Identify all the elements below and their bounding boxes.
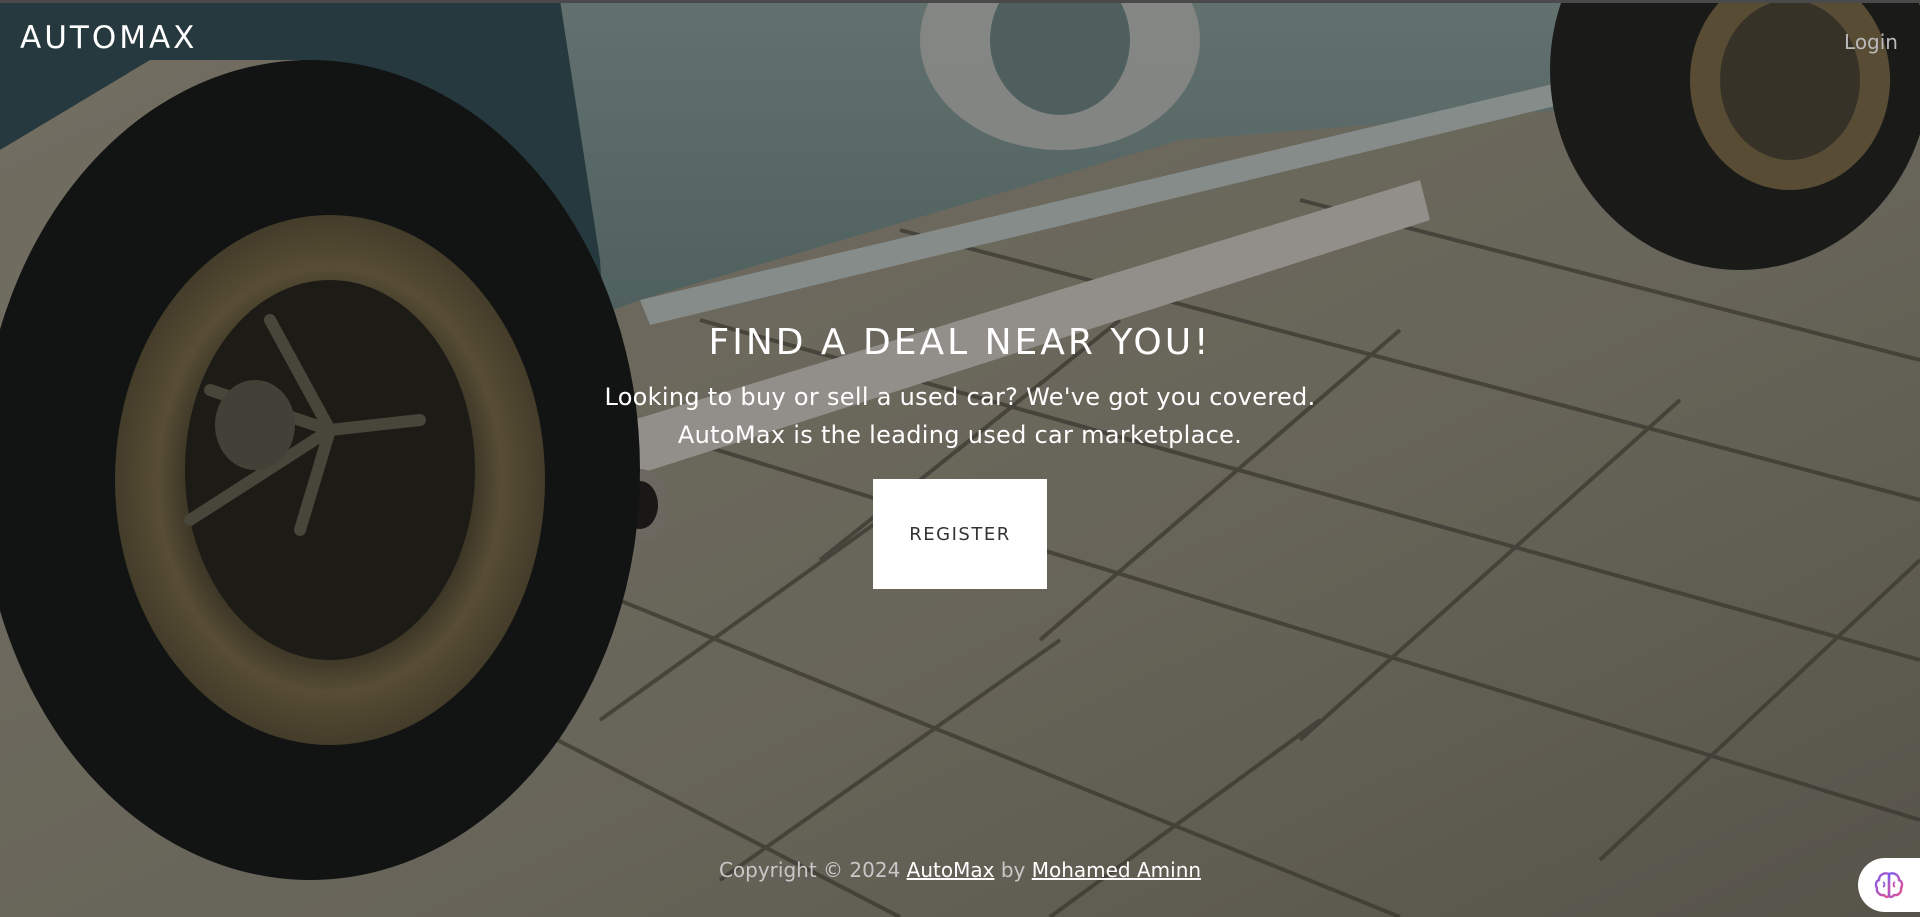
hero-tagline: Looking to buy or sell a used car? We've… [0, 378, 1920, 454]
hero-content: FIND A DEAL NEAR YOU! Looking to buy or … [0, 318, 1920, 589]
register-button[interactable]: REGISTER [873, 479, 1047, 589]
author-link[interactable]: Mohamed Aminn [1032, 858, 1201, 882]
site-link[interactable]: AutoMax [907, 858, 995, 882]
brain-icon [1874, 872, 1904, 899]
footer: Copyright © 2024 AutoMax by Mohamed Amin… [0, 858, 1920, 882]
tagline-line-2: AutoMax is the leading used car marketpl… [677, 421, 1243, 449]
hero-section: AUTOMAX Login FIND A DEAL NEAR YOU! Look… [0, 0, 1920, 917]
login-link[interactable]: Login [1844, 30, 1898, 54]
by-text: by [1000, 858, 1026, 882]
assistant-launcher[interactable] [1858, 858, 1920, 912]
hero-headline: FIND A DEAL NEAR YOU! [708, 322, 1212, 363]
copyright-text: Copyright © 2024 [718, 858, 901, 882]
tagline-line-1: Looking to buy or sell a used car? We've… [604, 383, 1316, 411]
top-border [0, 0, 1920, 3]
brand-logo[interactable]: AUTOMAX [20, 20, 197, 56]
